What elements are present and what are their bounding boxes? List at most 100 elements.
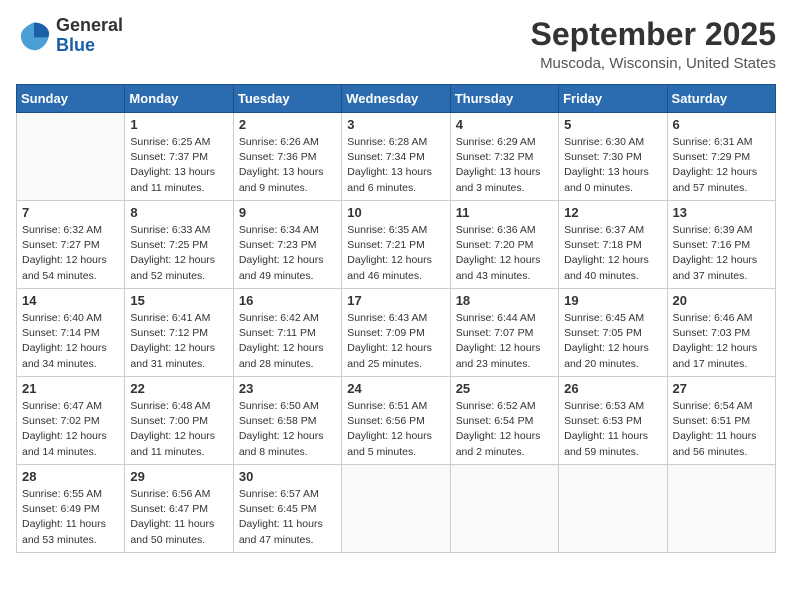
day-info: Sunrise: 6:57 AMSunset: 6:45 PMDaylight:… <box>239 487 336 548</box>
day-cell: 14Sunrise: 6:40 AMSunset: 7:14 PMDayligh… <box>17 289 125 377</box>
day-number: 8 <box>130 205 227 220</box>
day-info: Sunrise: 6:56 AMSunset: 6:47 PMDaylight:… <box>130 487 227 548</box>
day-info: Sunrise: 6:42 AMSunset: 7:11 PMDaylight:… <box>239 311 336 372</box>
day-cell: 27 Sunrise: 6:54 AMSunset: 6:51 PMDayligh… <box>667 377 775 465</box>
day-cell: 1 Sunrise: 6:25 AMSunset: 7:37 PMDaylight… <box>125 113 233 201</box>
day-cell: 24 Sunrise: 6:51 AMSunset: 6:56 PMDayligh… <box>342 377 450 465</box>
day-cell: 10Sunrise: 6:35 AMSunset: 7:21 PMDayligh… <box>342 201 450 289</box>
day-info: Sunrise: 6:25 AMSunset: 7:37 PMDaylight:… <box>130 135 227 196</box>
day-cell: 8 Sunrise: 6:33 AMSunset: 7:25 PMDaylight… <box>125 201 233 289</box>
day-number: 20 <box>673 293 770 308</box>
day-info: Sunrise: 6:44 AMSunset: 7:07 PMDaylight:… <box>456 311 553 372</box>
day-number: 30 <box>239 469 336 484</box>
day-cell <box>667 465 775 553</box>
col-header-friday: Friday <box>559 85 667 113</box>
col-header-monday: Monday <box>125 85 233 113</box>
day-number: 28 <box>22 469 119 484</box>
day-cell: 4Sunrise: 6:29 AMSunset: 7:32 PMDaylight… <box>450 113 558 201</box>
day-number: 24 <box>347 381 444 396</box>
logo-icon <box>16 18 52 54</box>
calendar-table: SundayMondayTuesdayWednesdayThursdayFrid… <box>16 84 776 553</box>
day-cell: 3Sunrise: 6:28 AMSunset: 7:34 PMDaylight… <box>342 113 450 201</box>
day-number: 26 <box>564 381 661 396</box>
page-header: General Blue September 2025 Muscoda, Wis… <box>16 16 776 72</box>
day-number: 7 <box>22 205 119 220</box>
day-cell: 18 Sunrise: 6:44 AMSunset: 7:07 PMDayligh… <box>450 289 558 377</box>
day-info: Sunrise: 6:47 AMSunset: 7:02 PMDaylight:… <box>22 399 119 460</box>
day-cell: 21 Sunrise: 6:47 AMSunset: 7:02 PMDayligh… <box>17 377 125 465</box>
day-info: Sunrise: 6:41 AMSunset: 7:12 PMDaylight:… <box>130 311 227 372</box>
day-number: 13 <box>673 205 770 220</box>
day-info: Sunrise: 6:26 AMSunset: 7:36 PMDaylight:… <box>239 135 336 196</box>
calendar-header-row: SundayMondayTuesdayWednesdayThursdayFrid… <box>17 85 776 113</box>
day-cell: 2 Sunrise: 6:26 AMSunset: 7:36 PMDaylight… <box>233 113 341 201</box>
day-cell: 5 Sunrise: 6:30 AMSunset: 7:30 PMDaylight… <box>559 113 667 201</box>
day-number: 16 <box>239 293 336 308</box>
day-cell: 20 Sunrise: 6:46 AMSunset: 7:03 PMDayligh… <box>667 289 775 377</box>
day-number: 14 <box>22 293 119 308</box>
day-cell: 23Sunrise: 6:50 AMSunset: 6:58 PMDayligh… <box>233 377 341 465</box>
day-info: Sunrise: 6:46 AMSunset: 7:03 PMDaylight:… <box>673 311 770 372</box>
day-info: Sunrise: 6:55 AMSunset: 6:49 PMDaylight:… <box>22 487 119 548</box>
col-header-sunday: Sunday <box>17 85 125 113</box>
day-cell <box>559 465 667 553</box>
day-info: Sunrise: 6:34 AMSunset: 7:23 PMDaylight:… <box>239 223 336 284</box>
logo-text: General Blue <box>56 16 123 56</box>
day-info: Sunrise: 6:39 AMSunset: 7:16 PMDaylight:… <box>673 223 770 284</box>
day-number: 9 <box>239 205 336 220</box>
day-cell: 9 Sunrise: 6:34 AMSunset: 7:23 PMDaylight… <box>233 201 341 289</box>
day-info: Sunrise: 6:51 AMSunset: 6:56 PMDaylight:… <box>347 399 444 460</box>
day-cell: 30 Sunrise: 6:57 AMSunset: 6:45 PMDayligh… <box>233 465 341 553</box>
day-number: 1 <box>130 117 227 132</box>
day-info: Sunrise: 6:31 AMSunset: 7:29 PMDaylight:… <box>673 135 770 196</box>
week-row-1: 1 Sunrise: 6:25 AMSunset: 7:37 PMDaylight… <box>17 113 776 201</box>
day-number: 11 <box>456 205 553 220</box>
day-cell: 28 Sunrise: 6:55 AMSunset: 6:49 PMDayligh… <box>17 465 125 553</box>
day-number: 22 <box>130 381 227 396</box>
day-cell: 26 Sunrise: 6:53 AMSunset: 6:53 PMDayligh… <box>559 377 667 465</box>
day-info: Sunrise: 6:36 AMSunset: 7:20 PMDaylight:… <box>456 223 553 284</box>
day-info: Sunrise: 6:54 AMSunset: 6:51 PMDaylight:… <box>673 399 770 460</box>
day-info: Sunrise: 6:35 AMSunset: 7:21 PMDaylight:… <box>347 223 444 284</box>
week-row-5: 28 Sunrise: 6:55 AMSunset: 6:49 PMDayligh… <box>17 465 776 553</box>
day-number: 4 <box>456 117 553 132</box>
day-number: 17 <box>347 293 444 308</box>
day-cell: 16 Sunrise: 6:42 AMSunset: 7:11 PMDayligh… <box>233 289 341 377</box>
day-info: Sunrise: 6:37 AMSunset: 7:18 PMDaylight:… <box>564 223 661 284</box>
day-info: Sunrise: 6:30 AMSunset: 7:30 PMDaylight:… <box>564 135 661 196</box>
day-number: 15 <box>130 293 227 308</box>
day-number: 23 <box>239 381 336 396</box>
day-number: 18 <box>456 293 553 308</box>
day-info: Sunrise: 6:32 AMSunset: 7:27 PMDaylight:… <box>22 223 119 284</box>
day-number: 25 <box>456 381 553 396</box>
col-header-thursday: Thursday <box>450 85 558 113</box>
day-cell: 15 Sunrise: 6:41 AMSunset: 7:12 PMDayligh… <box>125 289 233 377</box>
day-cell: 13 Sunrise: 6:39 AMSunset: 7:16 PMDayligh… <box>667 201 775 289</box>
day-number: 2 <box>239 117 336 132</box>
day-cell <box>17 113 125 201</box>
day-cell: 7 Sunrise: 6:32 AMSunset: 7:27 PMDaylight… <box>17 201 125 289</box>
day-info: Sunrise: 6:53 AMSunset: 6:53 PMDaylight:… <box>564 399 661 460</box>
day-info: Sunrise: 6:43 AMSunset: 7:09 PMDaylight:… <box>347 311 444 372</box>
day-number: 3 <box>347 117 444 132</box>
day-number: 5 <box>564 117 661 132</box>
day-number: 27 <box>673 381 770 396</box>
day-cell: 19 Sunrise: 6:45 AMSunset: 7:05 PMDayligh… <box>559 289 667 377</box>
location: Muscoda, Wisconsin, United States <box>531 55 776 72</box>
col-header-wednesday: Wednesday <box>342 85 450 113</box>
day-info: Sunrise: 6:33 AMSunset: 7:25 PMDaylight:… <box>130 223 227 284</box>
title-block: September 2025 Muscoda, Wisconsin, Unite… <box>531 16 776 72</box>
day-number: 6 <box>673 117 770 132</box>
day-number: 21 <box>22 381 119 396</box>
day-number: 19 <box>564 293 661 308</box>
day-number: 12 <box>564 205 661 220</box>
col-header-saturday: Saturday <box>667 85 775 113</box>
day-cell: 12 Sunrise: 6:37 AMSunset: 7:18 PMDayligh… <box>559 201 667 289</box>
day-cell: 11 Sunrise: 6:36 AMSunset: 7:20 PMDayligh… <box>450 201 558 289</box>
day-info: Sunrise: 6:45 AMSunset: 7:05 PMDaylight:… <box>564 311 661 372</box>
week-row-3: 14Sunrise: 6:40 AMSunset: 7:14 PMDayligh… <box>17 289 776 377</box>
day-cell: 22Sunrise: 6:48 AMSunset: 7:00 PMDayligh… <box>125 377 233 465</box>
week-row-4: 21 Sunrise: 6:47 AMSunset: 7:02 PMDayligh… <box>17 377 776 465</box>
logo: General Blue <box>16 16 123 56</box>
month-title: September 2025 <box>531 16 776 53</box>
